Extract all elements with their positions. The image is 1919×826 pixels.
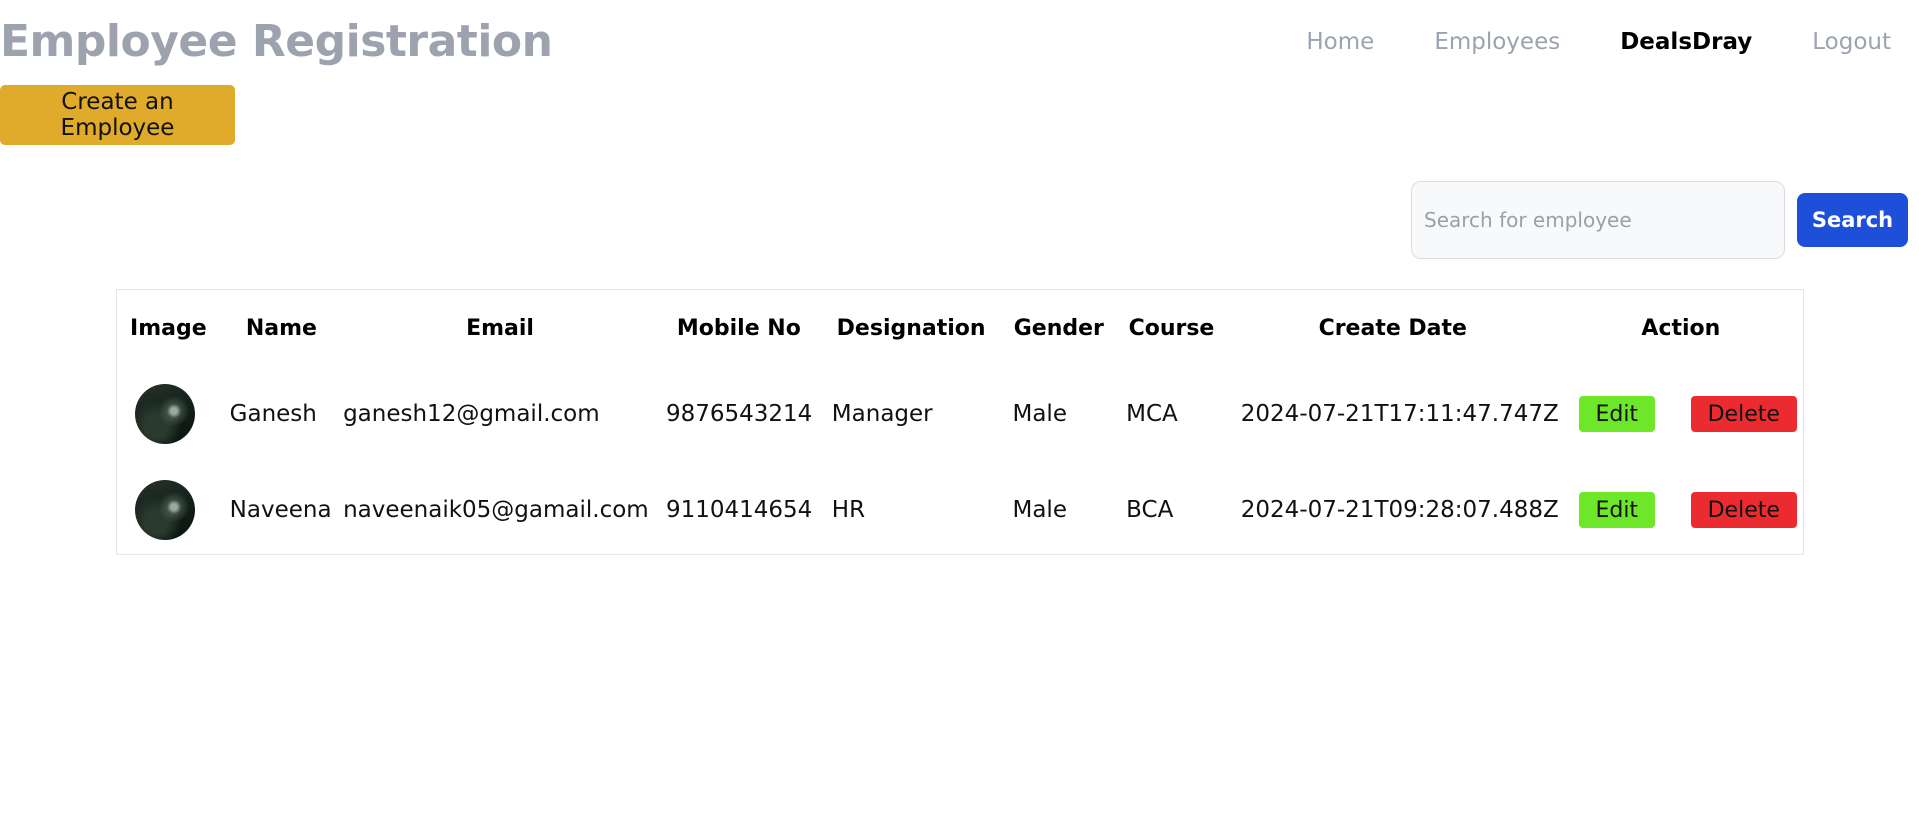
delete-button[interactable]: Delete: [1690, 396, 1797, 432]
cell-gender: Male: [1012, 401, 1067, 427]
search-button[interactable]: Search: [1797, 193, 1908, 247]
cell-action: Edit Delete: [1559, 462, 1803, 558]
cell-gender: Male: [1012, 497, 1067, 523]
cell-mobile: 9110414654: [665, 497, 813, 523]
nav-link-dealsdray[interactable]: DealsDray: [1620, 24, 1752, 60]
page-title: Employee Registration: [0, 16, 553, 67]
cell-course: BCA: [1126, 497, 1174, 523]
top-nav: Home Employees DealsDray Logout: [1246, 24, 1891, 60]
cell-email: ganesh12@gmail.com: [343, 401, 600, 427]
cell-course: MCA: [1126, 401, 1178, 427]
delete-button[interactable]: Delete: [1690, 492, 1797, 528]
cell-name: Naveena: [229, 497, 332, 523]
cell-create-date: 2024-07-21T17:11:47.747Z: [1240, 401, 1559, 427]
edit-button[interactable]: Edit: [1578, 396, 1655, 432]
employee-table: Image Name Email Mobile No Designation G…: [117, 290, 1803, 558]
cell-email: naveenaik05@gamail.com: [343, 497, 649, 523]
avatar: [135, 384, 195, 444]
cell-image: [117, 462, 220, 558]
column-header-mobile: Mobile No: [676, 315, 801, 341]
create-employee-button[interactable]: Create an Employee: [0, 85, 235, 145]
cell-create-date: 2024-07-21T09:28:07.488Z: [1240, 497, 1559, 523]
nav-link-employees[interactable]: Employees: [1434, 24, 1560, 60]
cell-mobile: 9876543214: [665, 401, 813, 427]
cell-action: Edit Delete: [1559, 366, 1803, 462]
nav-link-logout[interactable]: Logout: [1812, 24, 1891, 60]
cell-name: Ganesh: [229, 401, 317, 427]
column-header-name: Name: [245, 315, 317, 341]
column-header-gender: Gender: [1013, 315, 1104, 341]
column-header-course: Course: [1128, 315, 1215, 341]
column-header-create-date: Create Date: [1318, 315, 1467, 341]
column-header-image: Image: [130, 315, 207, 341]
employee-table-container: Image Name Email Mobile No Designation G…: [116, 289, 1804, 555]
column-header-designation: Designation: [836, 315, 986, 341]
avatar: [135, 480, 195, 540]
column-header-action: Action: [1641, 315, 1721, 341]
table-row: Naveena naveenaik05@gamail.com 911041465…: [117, 462, 1803, 558]
cell-designation: Manager: [831, 401, 933, 427]
nav-link-home[interactable]: Home: [1306, 24, 1374, 60]
cell-image: [117, 366, 220, 462]
table-row: Ganesh ganesh12@gmail.com 9876543214 Man…: [117, 366, 1803, 462]
table-header-row: Image Name Email Mobile No Designation G…: [117, 290, 1803, 366]
search-input[interactable]: [1411, 181, 1785, 259]
cell-designation: HR: [831, 497, 866, 523]
edit-button[interactable]: Edit: [1578, 492, 1655, 528]
column-header-email: Email: [466, 315, 534, 341]
